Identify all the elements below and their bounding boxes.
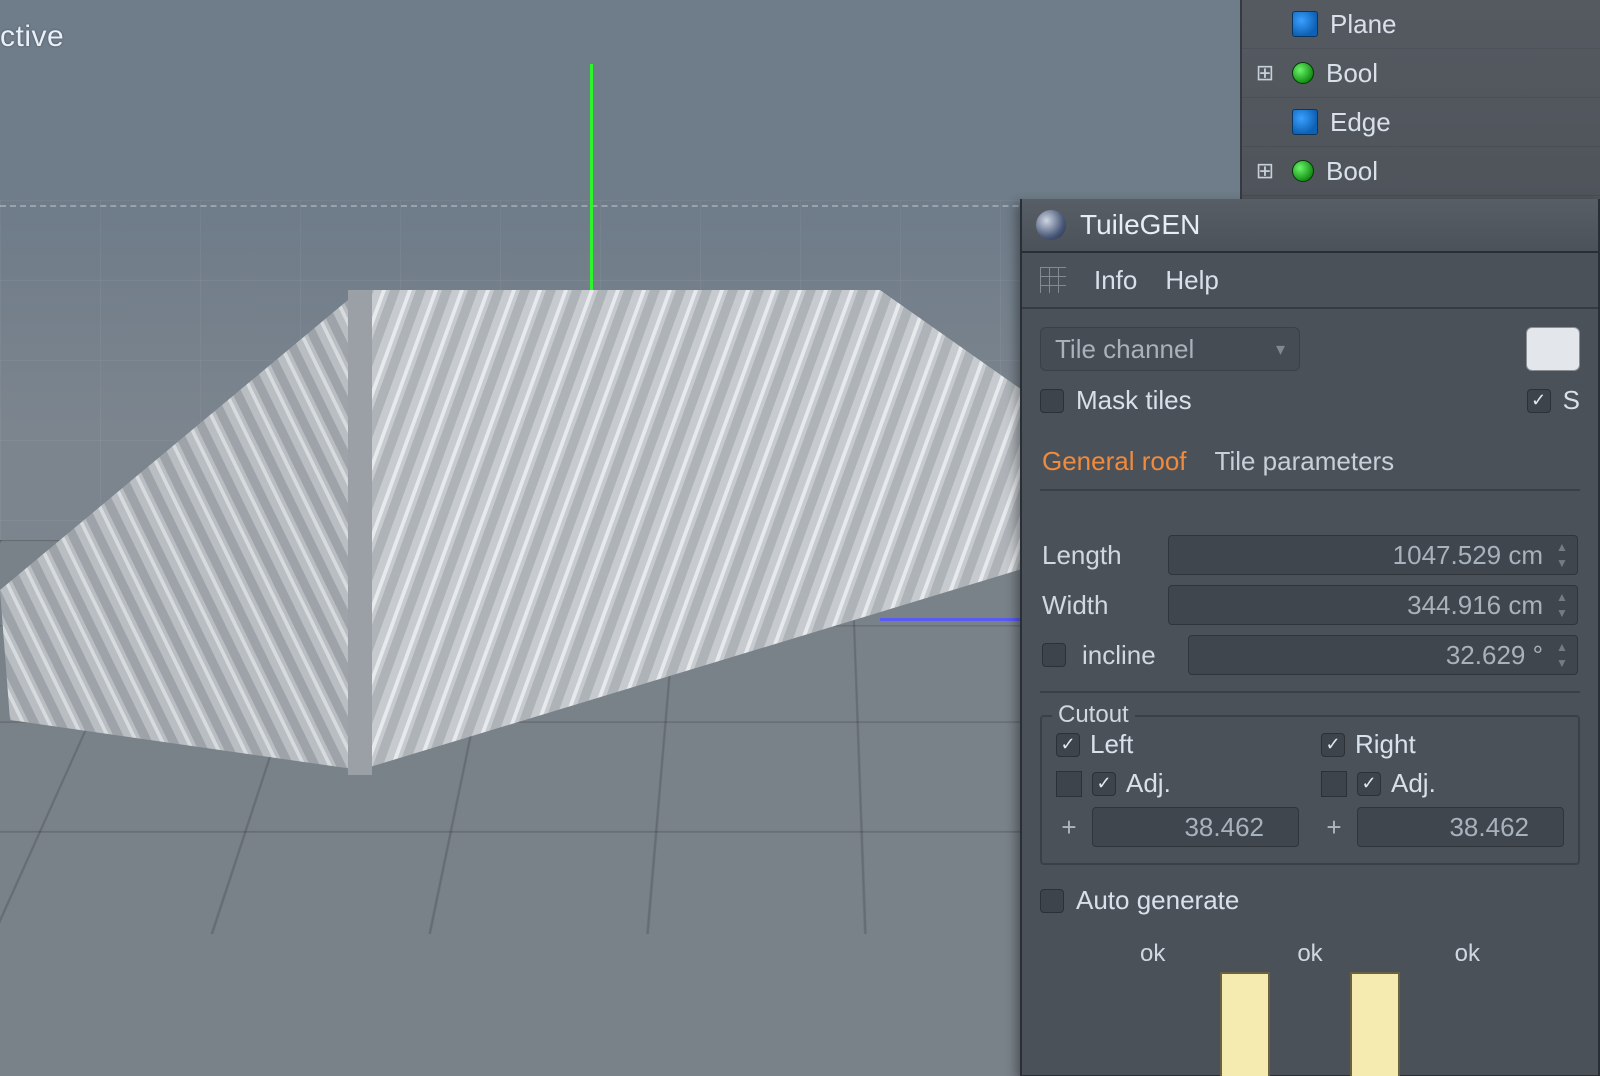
- cube-icon: [1292, 109, 1318, 135]
- cutout-right-square[interactable]: [1321, 771, 1347, 797]
- panel-body: Tile channel ▾ Mask tiles S: [1022, 309, 1598, 1076]
- tuilegen-panel[interactable]: TuileGEN Info Help Tile channel ▾ Mask t…: [1020, 199, 1600, 1076]
- cutout-right-checkbox[interactable]: [1321, 733, 1345, 757]
- cutout-left-adj-checkbox[interactable]: [1092, 772, 1116, 796]
- object-label: Plane: [1330, 9, 1600, 40]
- incline-checkbox[interactable]: [1042, 643, 1066, 667]
- cutout-right-value-field[interactable]: 38.462: [1357, 807, 1564, 847]
- cutout-group: Cutout Left Adj. + 38.462: [1040, 715, 1580, 865]
- cutout-right-box: Right Adj. + 38.462: [1321, 729, 1564, 847]
- cutout-left-checkbox[interactable]: [1056, 733, 1080, 757]
- panel-titlebar[interactable]: TuileGEN: [1022, 199, 1598, 253]
- dimensions-group: Length 1047.529 cm ▲▼ Width 344.916 cm ▲…: [1040, 513, 1580, 693]
- cutout-left-adj-label: Adj.: [1126, 768, 1171, 799]
- mask-tiles-checkbox[interactable]: [1040, 389, 1064, 413]
- tabs: General roof Tile parameters: [1040, 440, 1580, 491]
- diagram-left-col-icon: [1220, 972, 1270, 1076]
- cutout-title: Cutout: [1052, 701, 1135, 729]
- grid-icon[interactable]: [1040, 267, 1066, 293]
- cutout-left-label: Left: [1090, 729, 1133, 760]
- plus-icon[interactable]: +: [1056, 812, 1082, 843]
- menu-help[interactable]: Help: [1165, 265, 1218, 296]
- spinner-icon[interactable]: ▲▼: [1551, 590, 1573, 620]
- panel-menubar: Info Help: [1022, 253, 1598, 309]
- object-row[interactable]: ⊞ Bool: [1242, 147, 1600, 196]
- cutout-right-value: 38.462: [1449, 812, 1529, 843]
- object-label: Edge: [1330, 107, 1600, 138]
- sphere-green-icon: [1292, 62, 1314, 84]
- width-label: Width: [1042, 590, 1152, 621]
- incline-field[interactable]: 32.629 ° ▲▼: [1188, 635, 1578, 675]
- mask-tiles-label: Mask tiles: [1076, 385, 1192, 416]
- object-row[interactable]: Plane: [1242, 0, 1600, 49]
- diagram-ok-tc: ok: [1297, 940, 1322, 968]
- incline-value: 32.629 °: [1446, 640, 1543, 671]
- panel-title-text: TuileGEN: [1080, 209, 1200, 241]
- sphere-green-icon: [1292, 160, 1314, 182]
- object-manager[interactable]: Plane ⊞ Bool Edge ⊞ Bool Edge: [1240, 0, 1600, 205]
- cutout-right-adj-label: Adj.: [1391, 768, 1436, 799]
- color-swatch-button[interactable]: [1526, 327, 1580, 371]
- object-label: Bool: [1326, 58, 1600, 89]
- chevron-down-icon: ▾: [1276, 339, 1285, 360]
- menu-info[interactable]: Info: [1094, 265, 1137, 296]
- expander-icon[interactable]: ⊞: [1250, 158, 1280, 184]
- cutout-right-adj-checkbox[interactable]: [1357, 772, 1381, 796]
- length-label: Length: [1042, 540, 1152, 571]
- auto-generate-checkbox[interactable]: [1040, 889, 1064, 913]
- app-ball-icon: [1036, 210, 1066, 240]
- object-row[interactable]: ⊞ Bool: [1242, 49, 1600, 98]
- cutout-left-box: Left Adj. + 38.462: [1056, 729, 1299, 847]
- object-label: Bool: [1326, 156, 1600, 187]
- axis-y-gizmo: [590, 64, 593, 304]
- diagram-ok-tr: ok: [1455, 940, 1480, 968]
- dropdown-label: Tile channel: [1055, 334, 1194, 365]
- auto-generate-label: Auto generate: [1076, 885, 1239, 916]
- viewport-label: ctive: [0, 20, 64, 54]
- diagram-ok-tl: ok: [1140, 940, 1165, 968]
- app-root: ctive: [0, 0, 1600, 1076]
- length-value: 1047.529 cm: [1393, 540, 1543, 571]
- cutout-right-label: Right: [1355, 729, 1416, 760]
- spinner-icon[interactable]: ▲▼: [1551, 540, 1573, 570]
- tab-general-roof[interactable]: General roof: [1042, 446, 1187, 489]
- tab-tile-parameters[interactable]: Tile parameters: [1215, 446, 1395, 489]
- diagram-right-col-icon: [1350, 972, 1400, 1076]
- side-checkbox[interactable]: [1527, 389, 1551, 413]
- object-row[interactable]: Edge: [1242, 98, 1600, 147]
- plus-icon[interactable]: +: [1321, 812, 1347, 843]
- cutout-left-square[interactable]: [1056, 771, 1082, 797]
- length-field[interactable]: 1047.529 cm ▲▼: [1168, 535, 1578, 575]
- side-checkbox-label: S: [1563, 385, 1580, 416]
- incline-label: incline: [1082, 640, 1172, 671]
- tile-channel-dropdown[interactable]: Tile channel ▾: [1040, 327, 1300, 371]
- cube-icon: [1292, 11, 1318, 37]
- cutout-left-value: 38.462: [1184, 812, 1264, 843]
- cutout-left-value-field[interactable]: 38.462: [1092, 807, 1299, 847]
- cutout-diagram: ok ok ok ok ok: [1040, 940, 1580, 1076]
- spinner-icon[interactable]: ▲▼: [1551, 640, 1573, 670]
- width-field[interactable]: 344.916 cm ▲▼: [1168, 585, 1578, 625]
- expander-icon[interactable]: ⊞: [1250, 60, 1280, 86]
- width-value: 344.916 cm: [1407, 590, 1543, 621]
